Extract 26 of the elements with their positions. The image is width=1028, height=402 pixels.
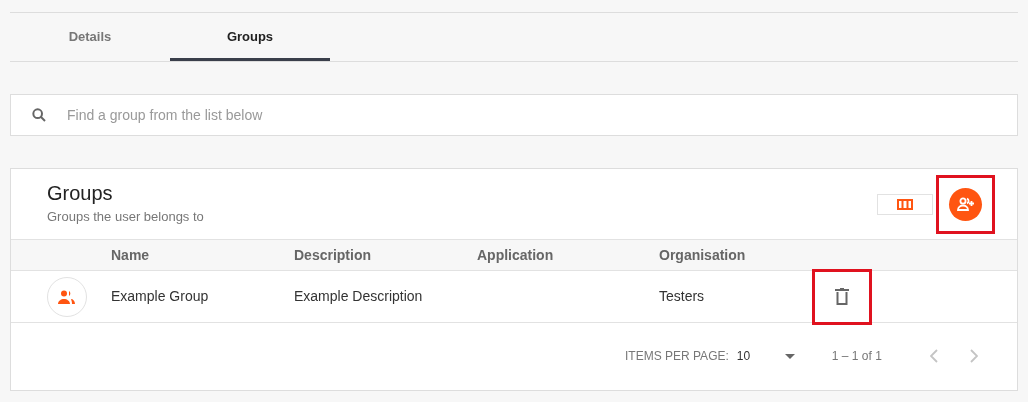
columns-icon xyxy=(897,198,913,210)
column-header: Description xyxy=(294,246,371,263)
chevron-left-icon xyxy=(929,349,938,363)
card-subtitle: Groups the user belongs to xyxy=(47,208,205,227)
trash-icon xyxy=(835,288,849,305)
page-range: 1 – 1 of 1 xyxy=(831,348,882,365)
table-cell: Testers xyxy=(659,288,705,304)
page-size-select[interactable]: 10 xyxy=(736,347,795,365)
tab[interactable]: Groups xyxy=(170,13,330,61)
add-user-icon xyxy=(956,197,975,211)
card-title: Groups xyxy=(47,181,114,206)
dropdown-caret-icon xyxy=(784,353,795,359)
column-header: Application xyxy=(477,246,554,263)
table-cell: Example Description xyxy=(294,288,423,304)
table-cell: Example Group xyxy=(111,288,209,304)
search-icon xyxy=(31,107,47,123)
column-header: Name xyxy=(111,246,150,263)
columns-button[interactable] xyxy=(877,193,933,215)
search-input[interactable]: Find a group from the list below xyxy=(67,104,997,126)
items-per-page-label: ITEMS PER PAGE: xyxy=(625,348,729,365)
group-icon xyxy=(57,289,77,304)
tab[interactable]: Details xyxy=(10,13,170,61)
add-user-button[interactable] xyxy=(949,187,982,221)
chevron-right-icon xyxy=(969,349,978,363)
search-field[interactable]: Find a group from the list below xyxy=(10,94,1018,136)
column-header: Organisation xyxy=(659,246,746,263)
